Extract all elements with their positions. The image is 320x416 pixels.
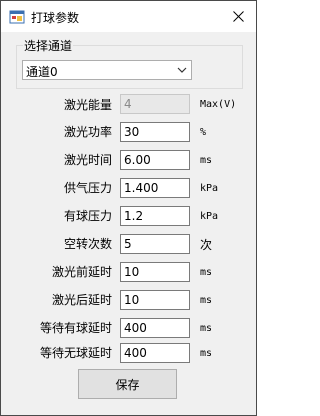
ball-pressure-unit: kPa [200, 211, 219, 222]
idle-count-input[interactable]: 5 [120, 234, 190, 254]
app-window-icon [9, 10, 25, 24]
title-bar[interactable]: 打球参数 [1, 1, 256, 32]
wait-no-ball-delay-input[interactable]: 400 [120, 343, 190, 363]
gas-pressure-input[interactable]: 1.400 [120, 178, 190, 198]
laser-energy-input: 4 [120, 94, 190, 114]
idle-count-unit: 次 [200, 238, 213, 252]
laser-power-value: 30 [124, 125, 140, 139]
wait-no-ball-delay-label: 等待无球延时 [39, 346, 112, 360]
laser-time-unit: ms [200, 155, 213, 166]
wait-ball-delay-unit: ms [200, 323, 213, 334]
laser-power-input[interactable]: 30 [120, 122, 190, 142]
wait-no-ball-delay-value: 400 [124, 346, 147, 360]
channel-group-label: 选择通道 [23, 37, 74, 54]
laser-power-unit: % [200, 127, 207, 138]
laser-power-label: 激光功率 [63, 125, 112, 139]
channel-select-value: 通道0 [26, 65, 58, 79]
chevron-down-icon [177, 67, 187, 73]
wait-ball-delay-label: 等待有球延时 [39, 321, 112, 335]
pre-laser-delay-label: 激光前延时 [51, 265, 112, 279]
post-laser-delay-label: 激光后延时 [51, 293, 112, 307]
wait-ball-delay-value: 400 [124, 321, 147, 335]
laser-energy-unit: Max(V) [200, 99, 237, 110]
pre-laser-delay-value: 10 [124, 265, 140, 279]
pre-laser-delay-unit: ms [200, 267, 213, 278]
save-button[interactable]: 保存 [78, 369, 177, 399]
wait-no-ball-delay-unit: ms [200, 348, 213, 359]
ball-pressure-input[interactable]: 1.2 [120, 206, 190, 226]
laser-time-label: 激光时间 [63, 153, 112, 167]
laser-energy-label: 激光能量 [63, 98, 112, 112]
close-icon [232, 11, 244, 22]
post-laser-delay-input[interactable]: 10 [120, 290, 190, 310]
gas-pressure-label: 供气压力 [63, 181, 112, 195]
close-button[interactable] [220, 1, 256, 32]
window-title: 打球参数 [31, 11, 80, 25]
ball-pressure-label: 有球压力 [63, 209, 112, 223]
gas-pressure-unit: kPa [200, 183, 219, 194]
idle-count-label: 空转次数 [63, 237, 112, 251]
dialog-window: 打球参数 选择通道 通道0 激光能量 4 Max(V) 激光功率 30 % 激光… [0, 0, 257, 416]
post-laser-delay-unit: ms [200, 295, 213, 306]
laser-time-input[interactable]: 6.00 [120, 150, 190, 170]
idle-count-value: 5 [124, 237, 132, 251]
pre-laser-delay-input[interactable]: 10 [120, 262, 190, 282]
laser-time-value: 6.00 [124, 153, 151, 167]
laser-energy-value: 4 [124, 97, 132, 111]
wait-ball-delay-input[interactable]: 400 [120, 318, 190, 338]
channel-select[interactable]: 通道0 [22, 60, 192, 80]
post-laser-delay-value: 10 [124, 293, 140, 307]
gas-pressure-value: 1.400 [124, 181, 159, 195]
ball-pressure-value: 1.2 [124, 209, 144, 223]
